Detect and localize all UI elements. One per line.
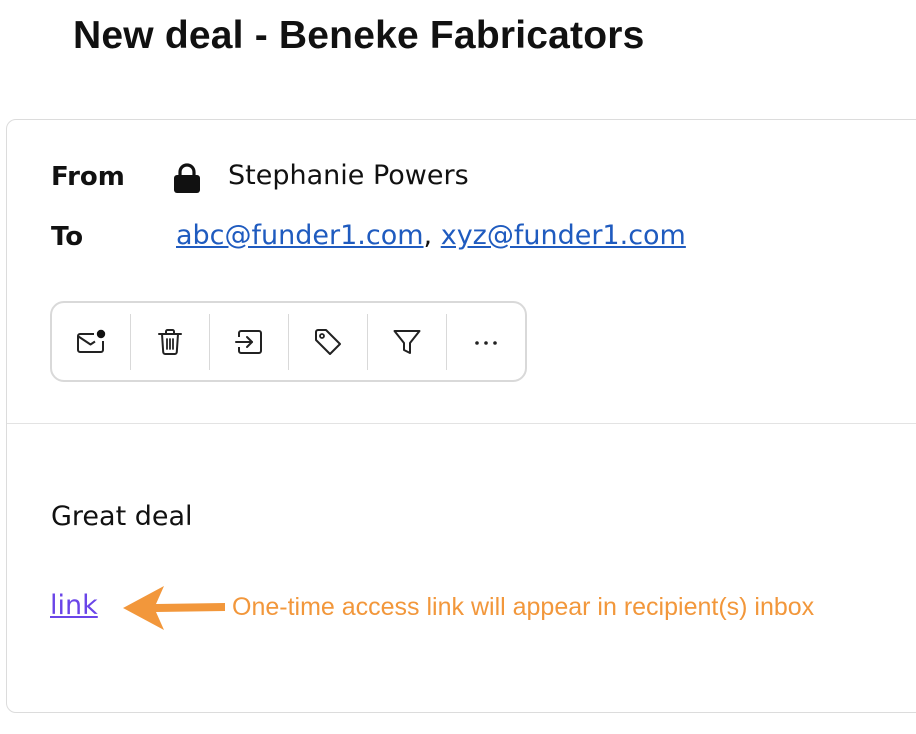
tag-button[interactable]: [289, 303, 367, 380]
header-divider: [7, 423, 916, 424]
recipient-link[interactable]: abc@funder1.com: [176, 220, 424, 251]
tag-icon: [315, 328, 341, 355]
lock-icon: [174, 163, 200, 193]
filter-button[interactable]: [368, 303, 446, 380]
email-subject: New deal - Beneke Fabricators: [73, 14, 645, 57]
move-icon: [235, 329, 262, 354]
arrow-left-icon: [123, 586, 225, 630]
recipients-list: abc@funder1.com, xyz@funder1.com: [176, 220, 686, 251]
delete-button[interactable]: [131, 303, 209, 380]
move-button[interactable]: [210, 303, 288, 380]
sender-name: Stephanie Powers: [228, 160, 469, 191]
recipient-link[interactable]: xyz@funder1.com: [441, 220, 686, 251]
from-label: From: [51, 162, 125, 192]
recipient-separator: ,: [423, 220, 441, 251]
more-button[interactable]: [447, 303, 525, 380]
trash-icon: [158, 328, 182, 355]
filter-icon: [393, 329, 421, 354]
message-toolbar: [50, 301, 527, 382]
annotation-callout: One-time access link will appear in reci…: [232, 593, 815, 621]
more-icon: [475, 340, 497, 345]
to-label: To: [51, 222, 84, 252]
mark-unread-icon: [77, 329, 106, 353]
access-link[interactable]: link: [50, 590, 98, 621]
email-body-text: Great deal: [51, 501, 193, 532]
mark-unread-button[interactable]: [52, 303, 130, 380]
